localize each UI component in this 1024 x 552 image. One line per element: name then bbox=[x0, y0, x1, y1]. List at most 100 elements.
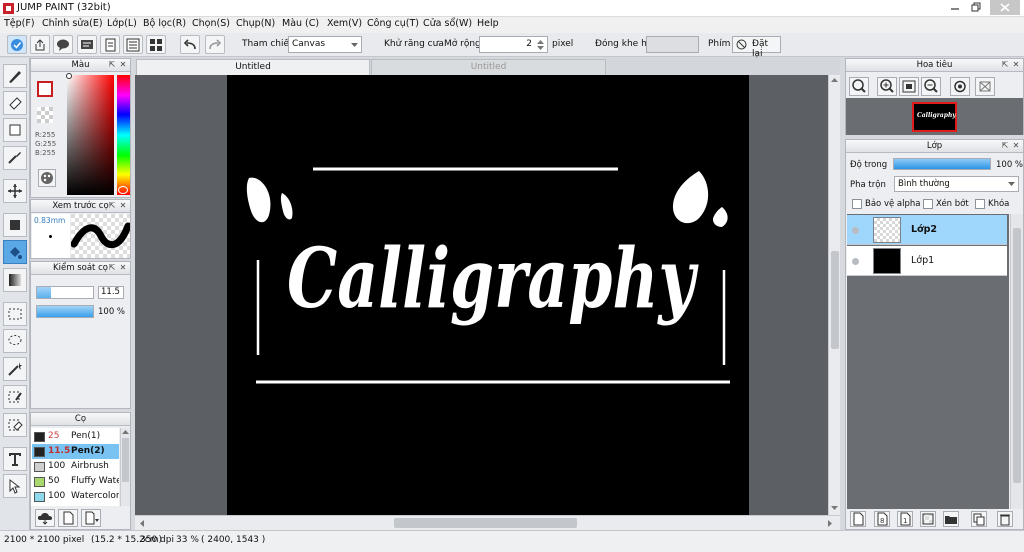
layer-list-scrollbar[interactable] bbox=[1010, 214, 1023, 509]
navigator-thumbnail[interactable]: Calligraphy bbox=[912, 102, 957, 132]
brush-item-pen-2[interactable]: 11.5 Pen(2) bbox=[32, 444, 119, 459]
zoom-in-button[interactable] bbox=[877, 77, 897, 96]
line-tool[interactable] bbox=[3, 146, 27, 170]
minimize-button[interactable] bbox=[944, 0, 966, 15]
menu-help[interactable]: Help bbox=[477, 18, 499, 29]
reset-button[interactable]: Đặt lại bbox=[732, 36, 781, 59]
scroll-thumb[interactable] bbox=[1013, 228, 1021, 483]
canvas-vertical-scrollbar[interactable] bbox=[828, 75, 840, 515]
new-halftone-layer-button[interactable] bbox=[920, 511, 936, 527]
panel-close-icon[interactable]: ✕ bbox=[1011, 60, 1021, 70]
menu-view[interactable]: Xem(V) bbox=[327, 18, 362, 29]
transparent-color-swatch[interactable] bbox=[37, 107, 53, 123]
comment-button[interactable] bbox=[53, 35, 73, 54]
horizontal-scroll-thumb[interactable] bbox=[394, 518, 577, 528]
vertical-scroll-thumb[interactable] bbox=[831, 251, 839, 349]
new-layer-8bit-button[interactable]: 8 bbox=[874, 511, 890, 527]
message-button[interactable] bbox=[77, 35, 97, 54]
redo-button[interactable] bbox=[205, 35, 225, 54]
delete-layer-button[interactable] bbox=[997, 511, 1013, 527]
navigator-preview-area[interactable]: Calligraphy bbox=[846, 98, 1023, 135]
menu-file[interactable]: Tệp(F) bbox=[4, 18, 35, 29]
eraser-tool[interactable] bbox=[3, 91, 27, 115]
selection-pen-tool[interactable] bbox=[3, 385, 27, 409]
maximize-button[interactable] bbox=[966, 0, 988, 15]
move-tool[interactable] bbox=[3, 179, 27, 203]
protect-alpha-checkbox[interactable] bbox=[852, 199, 862, 209]
brush-item-airbrush[interactable]: 100 Airbrush bbox=[32, 459, 119, 474]
panel-undock-icon[interactable]: ⇱ bbox=[107, 60, 117, 70]
document-button[interactable] bbox=[100, 35, 120, 54]
brush-size-input[interactable]: 11.5 bbox=[98, 286, 124, 299]
operation-tool[interactable] bbox=[3, 474, 27, 498]
layer-row-lop2[interactable]: Lớp2 bbox=[847, 215, 1007, 245]
selection-eraser-tool[interactable] bbox=[3, 413, 27, 437]
scroll-thumb[interactable] bbox=[122, 438, 129, 482]
layer-visibility-icon[interactable] bbox=[852, 258, 859, 265]
gap-close-slider[interactable] bbox=[646, 36, 699, 53]
fill-rect-tool[interactable] bbox=[3, 213, 27, 237]
close-button[interactable] bbox=[990, 0, 1020, 15]
brush-item-pen-1[interactable]: 25 Pen(1) bbox=[32, 429, 119, 444]
select-mode-button[interactable] bbox=[7, 35, 27, 54]
zoom-out-button[interactable] bbox=[921, 77, 941, 96]
gradient-tool[interactable] bbox=[3, 268, 27, 292]
panel-close-icon[interactable]: ✕ bbox=[118, 201, 128, 211]
new-brush-button[interactable] bbox=[58, 509, 78, 527]
color-palette-button[interactable] bbox=[38, 169, 56, 187]
magic-wand-tool[interactable] bbox=[3, 357, 27, 381]
brush-item-watercolor[interactable]: 100 Watercolor bbox=[32, 489, 119, 504]
document-tab[interactable]: Untitled bbox=[371, 59, 606, 75]
undo-button[interactable] bbox=[180, 35, 200, 54]
menu-filter[interactable]: Bộ lọc(R) bbox=[143, 18, 186, 29]
lasso-tool[interactable] bbox=[3, 329, 27, 353]
brush-menu-button[interactable] bbox=[81, 509, 101, 527]
panel-undock-icon[interactable]: ⇱ bbox=[1000, 60, 1010, 70]
duplicate-layer-button[interactable] bbox=[971, 511, 987, 527]
new-folder-button[interactable] bbox=[943, 511, 959, 527]
expand-stepper[interactable]: 2 bbox=[479, 36, 548, 53]
hue-slider[interactable] bbox=[117, 75, 130, 195]
blend-mode-select[interactable]: Bình thường bbox=[894, 176, 1019, 192]
panel-undock-icon[interactable]: ⇱ bbox=[107, 201, 117, 211]
canvas-horizontal-scrollbar[interactable] bbox=[135, 515, 840, 530]
text-tool[interactable] bbox=[3, 447, 27, 471]
artboard[interactable]: Calligraphy bbox=[227, 75, 749, 515]
menu-window[interactable]: Cửa sổ(W) bbox=[423, 18, 472, 29]
rectangle-tool[interactable] bbox=[3, 118, 27, 142]
panel-close-icon[interactable]: ✕ bbox=[118, 60, 128, 70]
reference-select[interactable]: Canvas bbox=[288, 36, 362, 53]
share-button[interactable] bbox=[30, 35, 50, 54]
new-layer-button[interactable] bbox=[850, 511, 866, 527]
document-tab-active[interactable]: Untitled bbox=[136, 59, 370, 75]
layer-row-lop1[interactable]: Lớp1 bbox=[847, 246, 1007, 276]
menu-layer[interactable]: Lớp(L) bbox=[107, 18, 137, 29]
layer-visibility-icon[interactable] bbox=[852, 227, 859, 234]
layer-opacity-slider[interactable] bbox=[893, 158, 991, 170]
grid-button[interactable] bbox=[146, 35, 166, 54]
brush-item-fluffy-water[interactable]: 50 Fluffy Water bbox=[32, 474, 119, 489]
panel-undock-icon[interactable]: ⇱ bbox=[107, 263, 117, 273]
new-layer-1bit-button[interactable]: 1 bbox=[897, 511, 913, 527]
list-button[interactable] bbox=[123, 35, 143, 54]
reset-view-button[interactable] bbox=[975, 77, 995, 96]
rotate-button[interactable] bbox=[950, 77, 970, 96]
fit-window-button[interactable] bbox=[899, 77, 919, 96]
menu-tools[interactable]: Công cụ(T) bbox=[367, 18, 419, 29]
brush-tool[interactable] bbox=[3, 64, 27, 88]
menu-select[interactable]: Chọn(S) bbox=[192, 18, 230, 29]
panel-undock-icon[interactable]: ⇱ bbox=[1000, 141, 1010, 151]
panel-close-icon[interactable]: ✕ bbox=[118, 263, 128, 273]
menu-capture[interactable]: Chụp(N) bbox=[236, 18, 275, 29]
menu-color[interactable]: Màu (C) bbox=[282, 18, 319, 29]
bucket-tool[interactable] bbox=[3, 240, 27, 264]
saturation-value-field[interactable] bbox=[67, 75, 114, 195]
menu-edit[interactable]: Chỉnh sửa(E) bbox=[42, 18, 103, 29]
color-picker-handle[interactable] bbox=[66, 73, 72, 79]
hue-slider-handle[interactable] bbox=[118, 186, 128, 194]
brush-opacity-slider[interactable] bbox=[36, 305, 94, 318]
brush-cloud-button[interactable] bbox=[35, 509, 55, 527]
clip-checkbox[interactable] bbox=[923, 199, 933, 209]
lock-checkbox[interactable] bbox=[975, 199, 985, 209]
panel-close-icon[interactable]: ✕ bbox=[1011, 141, 1021, 151]
